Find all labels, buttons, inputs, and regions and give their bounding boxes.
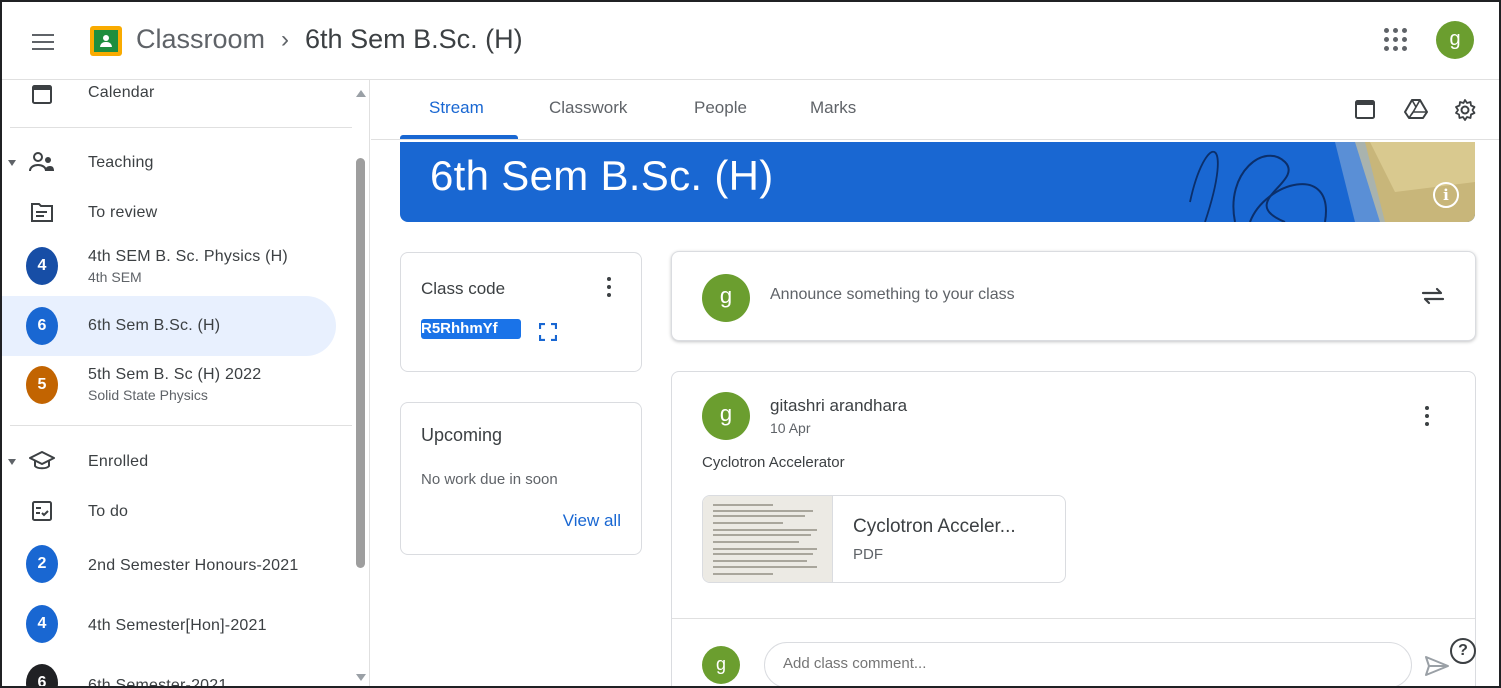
calendar-icon[interactable] <box>1354 98 1378 122</box>
attachment-title: Cyclotron Acceler... <box>853 516 1016 537</box>
folder-review-icon <box>26 196 58 228</box>
sidebar-item-class-active[interactable]: 6 6th Sem B.Sc. (H) <box>2 296 336 356</box>
sidebar-divider <box>10 127 352 128</box>
top-bar: Classroom › 6th Sem B.Sc. (H) g <box>2 2 1499 80</box>
class-name: 6th Sem B.Sc. (H) <box>88 317 221 334</box>
sidebar-item-to-do[interactable]: To do <box>2 492 336 530</box>
tab-people[interactable]: People <box>694 98 747 118</box>
google-drive-icon[interactable] <box>1404 98 1428 122</box>
announce-card[interactable]: g Announce something to your class <box>671 251 1476 341</box>
upcoming-empty-text: No work due in soon <box>421 471 558 488</box>
post-text: Cyclotron Accelerator <box>702 454 845 471</box>
class-name: 5th Sem B. Sc (H) 2022 <box>88 366 262 383</box>
sidebar-item-class[interactable]: 5 5th Sem B. Sc (H) 2022 Solid State Phy… <box>2 360 336 416</box>
class-subtitle: Solid State Physics <box>88 387 208 403</box>
main-menu-icon[interactable] <box>24 24 60 60</box>
upcoming-title: Upcoming <box>421 425 503 445</box>
sidebar-item-class[interactable]: 6 6th Semester-2021 <box>2 658 336 688</box>
sidebar-item-label: Teaching <box>88 154 154 171</box>
help-icon[interactable]: ? <box>1450 638 1476 664</box>
attachment-card[interactable]: Cyclotron Acceler... PDF <box>702 495 1066 583</box>
post-date: 10 Apr <box>770 420 811 436</box>
post-more-options-icon[interactable] <box>1425 406 1431 428</box>
class-comment-field[interactable] <box>764 642 1412 686</box>
sidebar-item-label: Calendar <box>88 84 155 101</box>
class-name: 6th Semester-2021 <box>88 677 228 688</box>
classroom-logo-icon[interactable] <box>90 26 122 56</box>
banner-class-title: 6th Sem B.Sc. (H) <box>430 152 774 199</box>
class-name: 4th Semester[Hon]-2021 <box>88 617 267 634</box>
class-tabs: Stream Classwork People Marks <box>371 80 1499 140</box>
people-icon <box>26 146 58 178</box>
reuse-post-icon[interactable] <box>1419 282 1447 310</box>
more-options-icon[interactable] <box>607 277 613 299</box>
send-icon[interactable] <box>1424 654 1450 678</box>
scrollbar-thumb[interactable] <box>356 158 365 568</box>
calendar-icon <box>26 80 58 110</box>
pdf-thumbnail <box>703 496 833 582</box>
user-avatar: g <box>702 274 750 322</box>
tab-classwork[interactable]: Classwork <box>549 98 627 118</box>
stream-post-card: g gitashri arandhara 10 Apr Cyclotron Ac… <box>671 371 1476 686</box>
class-code-label: Class code <box>421 279 506 298</box>
class-code-value[interactable]: R5RhhmYf <box>421 319 521 339</box>
sidebar-item-enrolled[interactable]: Enrolled <box>2 442 336 480</box>
sidebar-item-label: Enrolled <box>88 453 149 470</box>
sidebar-item-label: To do <box>88 503 129 520</box>
sidebar-divider <box>10 425 352 426</box>
banner-illustration <box>1189 142 1475 222</box>
class-info-icon[interactable]: i <box>1433 182 1459 208</box>
sidebar-item-to-review[interactable]: To review <box>2 194 336 230</box>
announce-placeholder[interactable]: Announce something to your class <box>770 286 1015 304</box>
fullscreen-expand-icon[interactable] <box>538 322 558 342</box>
tab-marks[interactable]: Marks <box>810 98 856 118</box>
class-subtitle: 4th SEM <box>88 269 142 285</box>
active-tab-indicator <box>400 135 518 139</box>
breadcrumb-current-class[interactable]: 6th Sem B.Sc. (H) <box>305 24 523 55</box>
sidebar: Calendar Teaching To review 4 4th SEM B.… <box>2 80 370 688</box>
class-initial-badge: 6 <box>26 307 58 345</box>
sidebar-item-class[interactable]: 2 2nd Semester Honours-2021 <box>2 542 336 592</box>
view-all-link[interactable]: View all <box>563 511 621 531</box>
breadcrumb-app-name[interactable]: Classroom <box>136 24 265 55</box>
google-apps-icon[interactable] <box>1384 28 1408 52</box>
class-initial-badge: 5 <box>26 366 58 404</box>
attachment-type: PDF <box>853 546 883 563</box>
sidebar-scrollbar[interactable] <box>352 80 369 686</box>
scroll-down-arrow-icon[interactable] <box>356 674 366 681</box>
todo-checklist-icon <box>26 495 58 527</box>
breadcrumb: Classroom › 6th Sem B.Sc. (H) <box>136 24 523 55</box>
breadcrumb-separator: › <box>281 25 290 53</box>
post-author-avatar: g <box>702 392 750 440</box>
sidebar-item-label: To review <box>88 204 158 221</box>
comment-avatar: g <box>702 646 740 684</box>
scroll-up-arrow-icon[interactable] <box>356 90 366 97</box>
class-name: 2nd Semester Honours-2021 <box>88 557 299 574</box>
app-window: Classroom › 6th Sem B.Sc. (H) g Calendar… <box>0 0 1501 688</box>
class-comment-input[interactable] <box>783 655 1383 672</box>
sidebar-item-class[interactable]: 4 4th SEM B. Sc. Physics (H) 4th SEM <box>2 242 336 298</box>
graduation-cap-icon <box>26 445 58 477</box>
settings-gear-icon[interactable] <box>1453 98 1477 122</box>
class-initial-badge: 6 <box>26 664 58 686</box>
post-divider <box>672 618 1475 619</box>
tab-stream[interactable]: Stream <box>429 98 484 118</box>
class-initial-badge: 4 <box>26 247 58 285</box>
account-avatar[interactable]: g <box>1436 21 1474 59</box>
class-banner: 6th Sem B.Sc. (H) i <box>400 142 1475 222</box>
class-initial-badge: 2 <box>26 545 58 583</box>
sidebar-item-teaching[interactable]: Teaching <box>2 144 336 180</box>
post-author-name: gitashri arandhara <box>770 396 908 415</box>
class-name: 4th SEM B. Sc. Physics (H) <box>88 248 288 265</box>
sidebar-item-calendar[interactable]: Calendar <box>2 80 336 110</box>
upcoming-card: Upcoming No work due in soon View all <box>400 402 642 555</box>
class-initial-badge: 4 <box>26 605 58 643</box>
sidebar-item-class[interactable]: 4 4th Semester[Hon]-2021 <box>2 600 336 650</box>
class-code-card: Class code R5RhhmYf <box>400 252 642 372</box>
